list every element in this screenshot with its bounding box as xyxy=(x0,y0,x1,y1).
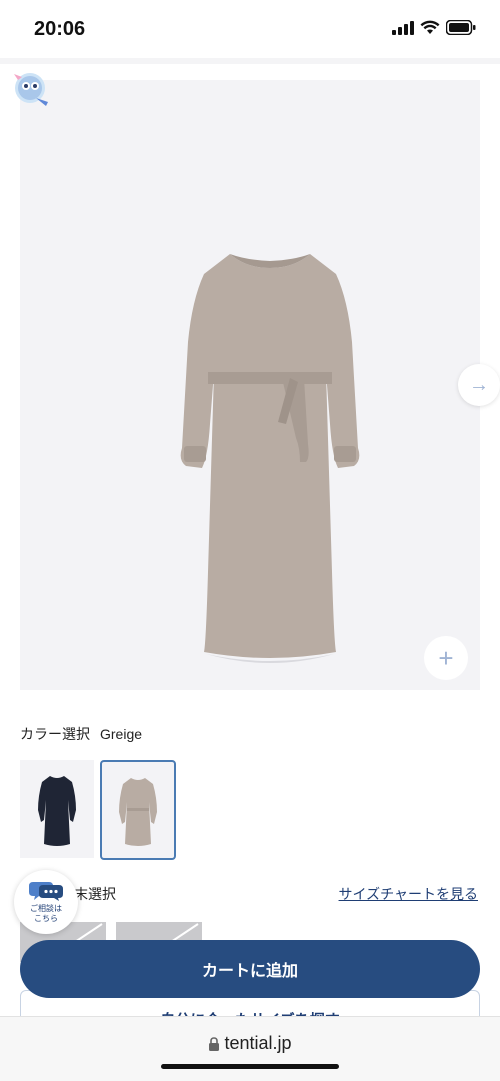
color-heading: カラー選択 xyxy=(20,726,90,742)
selected-color-value: Greige xyxy=(100,726,143,742)
color-selection-label: カラー選択 Greige xyxy=(20,724,142,744)
product-image-gallery[interactable]: + xyxy=(20,80,480,690)
status-icons xyxy=(392,20,476,35)
next-image-button[interactable]: → xyxy=(458,364,500,406)
battery-icon xyxy=(446,20,476,35)
home-indicator xyxy=(161,1064,339,1069)
url-text: tential.jp xyxy=(224,1033,292,1053)
consult-label: ご相談は こちら xyxy=(30,904,62,924)
greige-dress-thumbnail xyxy=(119,778,157,846)
consult-label-line2: こちら xyxy=(34,914,58,923)
lock-icon xyxy=(209,1036,220,1051)
dress-product-image xyxy=(180,254,360,663)
plus-icon: + xyxy=(438,642,454,673)
chat-bubble-icon xyxy=(29,882,63,901)
add-to-cart-button[interactable]: カートに追加 xyxy=(20,940,480,998)
consult-label-line1: ご相談は xyxy=(30,904,62,913)
status-bar: 20:06 xyxy=(0,0,500,58)
wifi-icon xyxy=(420,20,440,34)
browser-url-bar[interactable]: tential.jp xyxy=(0,1016,500,1081)
size-selection-label: 末選択 xyxy=(74,886,116,902)
url-display[interactable]: tential.jp xyxy=(0,1033,500,1054)
navy-dress-thumbnail xyxy=(38,776,76,846)
cellular-signal-icon xyxy=(392,20,414,35)
size-chart-link[interactable]: サイズチャートを見る xyxy=(339,884,478,904)
status-time: 20:06 xyxy=(34,18,86,40)
header-divider xyxy=(0,58,500,64)
consult-chat-button[interactable]: ご相談は こちら xyxy=(14,870,78,934)
mascot-icon[interactable] xyxy=(10,68,54,112)
color-swatch-greige[interactable] xyxy=(100,760,176,860)
arrow-right-icon: → xyxy=(469,373,489,396)
color-swatch-navy[interactable] xyxy=(20,760,94,858)
zoom-button[interactable]: + xyxy=(424,636,468,680)
